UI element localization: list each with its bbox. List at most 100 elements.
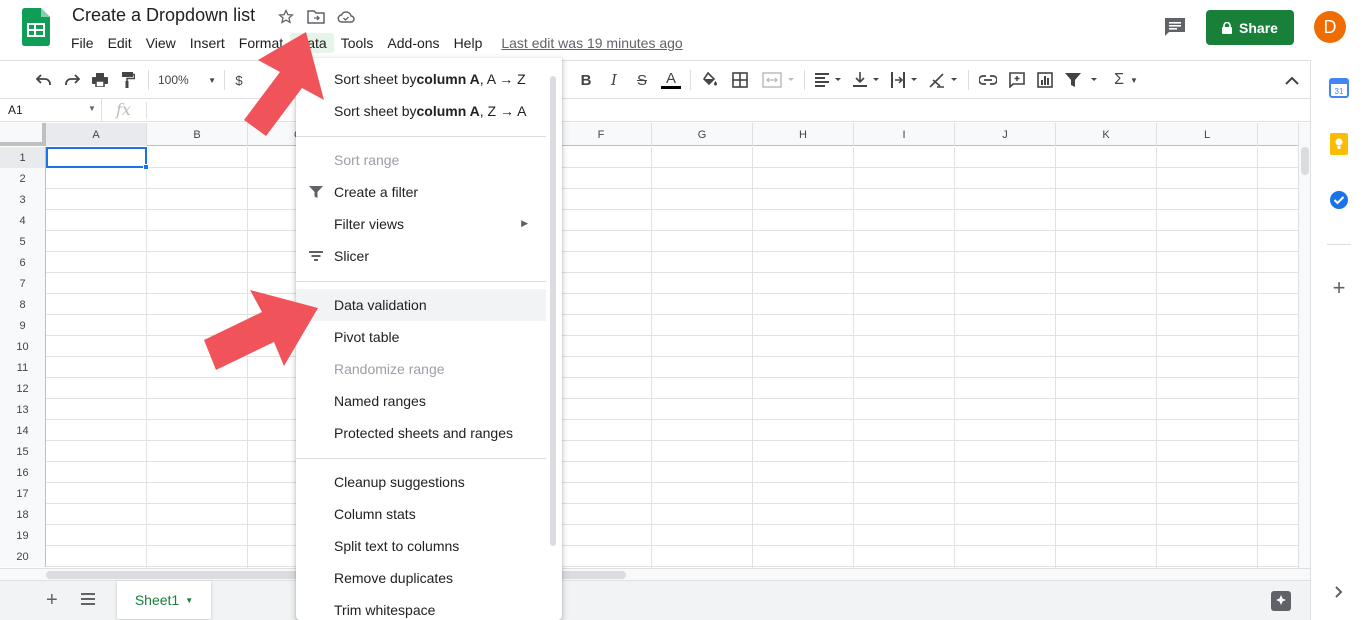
row-header-8[interactable]: 8 xyxy=(0,294,46,315)
get-addons-plus-icon[interactable]: + xyxy=(1329,275,1349,300)
vertical-scroll-thumb[interactable] xyxy=(1301,147,1309,175)
menu-tools[interactable]: Tools xyxy=(334,33,381,53)
column-stats[interactable]: Column stats xyxy=(296,498,546,530)
protected-sheets-and-ranges[interactable]: Protected sheets and ranges xyxy=(296,417,546,449)
column-header-g[interactable]: G xyxy=(652,123,753,146)
trim-whitespace[interactable]: Trim whitespace xyxy=(296,594,546,620)
row-header-15[interactable]: 15 xyxy=(0,441,46,462)
sort-sheet-z-a[interactable]: Sort sheet by column A, Z → A xyxy=(296,95,546,127)
add-sheet-plus-icon[interactable]: + xyxy=(46,589,58,612)
insert-comment-icon[interactable] xyxy=(1007,70,1027,90)
named-ranges[interactable]: Named ranges xyxy=(296,385,546,417)
text-color-icon[interactable]: A xyxy=(660,70,682,90)
column-header-f[interactable]: F xyxy=(551,123,652,146)
print-icon[interactable] xyxy=(90,70,110,90)
row-header-14[interactable]: 14 xyxy=(0,420,46,441)
redo-icon[interactable] xyxy=(62,70,82,90)
cloud-status-icon[interactable] xyxy=(336,8,356,26)
horizontal-align-icon[interactable] xyxy=(814,70,846,90)
slicer[interactable]: Slicer xyxy=(296,240,546,272)
hide-menus-chevron-up-icon[interactable] xyxy=(1282,70,1302,90)
italic-icon[interactable]: I xyxy=(604,70,624,90)
row-header-7[interactable]: 7 xyxy=(0,273,46,294)
spreadsheet-grid[interactable]: ABCDEFGHIJKL 123456789101112131415161718… xyxy=(0,123,1298,568)
column-header-h[interactable]: H xyxy=(753,123,854,146)
tasks-icon[interactable] xyxy=(1329,190,1349,210)
all-sheets-list-icon[interactable] xyxy=(80,591,96,607)
column-header-l[interactable]: L xyxy=(1157,123,1258,146)
fill-color-icon[interactable] xyxy=(700,70,720,90)
select-all-corner[interactable] xyxy=(0,123,46,146)
menu-help[interactable]: Help xyxy=(447,33,490,53)
column-header-i[interactable]: I xyxy=(854,123,955,146)
horizontal-scrollbar[interactable] xyxy=(0,568,1310,580)
insert-link-icon[interactable] xyxy=(978,70,998,90)
undo-icon[interactable] xyxy=(34,70,54,90)
comment-history-icon[interactable] xyxy=(1163,16,1187,38)
selected-cell-a1[interactable] xyxy=(46,147,147,168)
menu-file[interactable]: File xyxy=(64,33,101,53)
sheets-logo-icon[interactable] xyxy=(22,8,50,46)
menu-addons[interactable]: Add-ons xyxy=(380,33,446,53)
menu-insert[interactable]: Insert xyxy=(183,33,232,53)
menu-format[interactable]: Format xyxy=(232,33,290,53)
share-button[interactable]: Share xyxy=(1206,10,1294,45)
row-header-4[interactable]: 4 xyxy=(0,210,46,231)
menu-edit[interactable]: Edit xyxy=(101,33,139,53)
chevron-right-icon[interactable] xyxy=(1329,582,1349,602)
filter-views[interactable]: Filter views ▶ xyxy=(296,208,546,240)
row-header-11[interactable]: 11 xyxy=(0,357,46,378)
insert-chart-icon[interactable] xyxy=(1035,70,1055,90)
row-header-19[interactable]: 19 xyxy=(0,525,46,546)
text-wrapping-icon[interactable] xyxy=(890,70,922,90)
create-a-filter[interactable]: Create a filter xyxy=(296,176,546,208)
row-header-5[interactable]: 5 xyxy=(0,231,46,252)
fill-handle[interactable] xyxy=(143,164,149,170)
vertical-align-icon[interactable] xyxy=(852,70,884,90)
row-header-6[interactable]: 6 xyxy=(0,252,46,273)
column-header-k[interactable]: K xyxy=(1056,123,1157,146)
account-avatar[interactable]: D xyxy=(1314,11,1346,43)
row-header-20[interactable]: 20 xyxy=(0,546,46,567)
menu-scrollbar[interactable] xyxy=(550,76,556,546)
row-header-10[interactable]: 10 xyxy=(0,336,46,357)
data-validation[interactable]: Data validation xyxy=(296,289,546,321)
star-icon[interactable] xyxy=(276,8,296,26)
sort-sheet-a-z[interactable]: Sort sheet by column A, A → Z xyxy=(296,63,546,95)
pivot-table[interactable]: Pivot table xyxy=(296,321,546,353)
sheet-tab-sheet1[interactable]: Sheet1 ▼ xyxy=(117,581,211,619)
zoom-select[interactable]: 100% ▼ xyxy=(158,70,216,90)
split-text-to-columns[interactable]: Split text to columns xyxy=(296,530,546,562)
row-header-3[interactable]: 3 xyxy=(0,189,46,210)
calendar-icon[interactable]: 31 xyxy=(1329,78,1349,98)
strikethrough-icon[interactable]: S xyxy=(632,70,652,90)
row-header-13[interactable]: 13 xyxy=(0,399,46,420)
column-header-b[interactable]: B xyxy=(147,123,248,146)
cleanup-suggestions[interactable]: Cleanup suggestions xyxy=(296,466,546,498)
document-title[interactable]: Create a Dropdown list xyxy=(72,5,255,26)
row-header-16[interactable]: 16 xyxy=(0,462,46,483)
filter-icon[interactable] xyxy=(1064,70,1102,90)
explore-icon[interactable] xyxy=(1271,591,1291,611)
keep-icon[interactable] xyxy=(1329,133,1349,155)
row-header-1[interactable]: 1 xyxy=(0,147,46,168)
currency-format-button[interactable]: $ xyxy=(232,70,246,90)
row-header-18[interactable]: 18 xyxy=(0,504,46,525)
functions-icon[interactable]: Σ ▼ xyxy=(1110,70,1142,90)
bold-icon[interactable]: B xyxy=(576,70,596,90)
move-folder-icon[interactable] xyxy=(306,8,326,26)
text-rotation-icon[interactable] xyxy=(928,70,962,90)
remove-duplicates[interactable]: Remove duplicates xyxy=(296,562,546,594)
menu-view[interactable]: View xyxy=(139,33,183,53)
row-header-2[interactable]: 2 xyxy=(0,168,46,189)
menu-data[interactable]: Data xyxy=(290,33,334,53)
paint-format-icon[interactable] xyxy=(118,70,138,90)
row-header-9[interactable]: 9 xyxy=(0,315,46,336)
vertical-scrollbar[interactable] xyxy=(1298,123,1310,568)
column-header-j[interactable]: J xyxy=(955,123,1056,146)
caret-down-icon[interactable]: ▼ xyxy=(88,104,96,113)
name-box[interactable]: A1 xyxy=(0,99,102,122)
column-header-a[interactable]: A xyxy=(46,123,147,146)
row-header-12[interactable]: 12 xyxy=(0,378,46,399)
borders-icon[interactable] xyxy=(730,70,750,90)
